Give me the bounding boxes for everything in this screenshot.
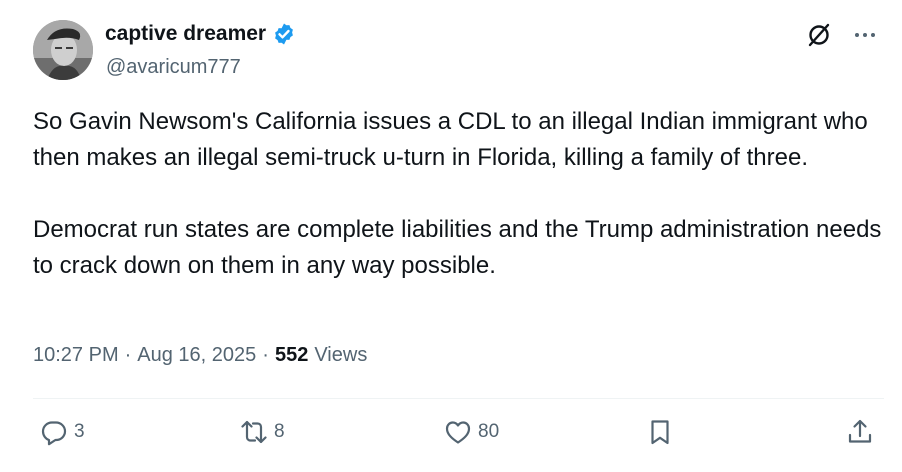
verified-badge-icon	[272, 22, 296, 46]
author-handle[interactable]: @avaricum777	[106, 56, 241, 79]
like-button[interactable]: 80	[444, 418, 499, 446]
tweet-time[interactable]: 10:27 PM	[33, 344, 119, 367]
reply-button[interactable]: 3	[40, 418, 85, 446]
repost-count: 8	[274, 421, 285, 442]
views-count: 552	[274, 344, 309, 366]
author-name-row: captive dreamer	[105, 22, 296, 46]
bookmark-button[interactable]	[646, 418, 674, 446]
share-button[interactable]	[846, 418, 874, 446]
tweet-meta: 10:27 PM · Aug 16, 2025 · 552 Views	[33, 344, 367, 367]
meta-separator: ·	[124, 344, 132, 366]
divider	[33, 398, 884, 399]
tweet-top-actions	[806, 22, 878, 48]
tweet-card: captive dreamer @avaricum777 So Gavin Ne…	[0, 0, 902, 472]
more-icon[interactable]	[852, 22, 878, 48]
reply-icon	[41, 421, 67, 446]
repost-icon	[241, 420, 267, 444]
reply-count: 3	[74, 421, 85, 442]
heart-icon	[445, 421, 471, 444]
views-label: Views	[314, 344, 368, 366]
grok-icon[interactable]	[806, 22, 832, 48]
avatar[interactable]	[33, 20, 93, 80]
meta-separator: ·	[262, 344, 269, 366]
like-count: 80	[478, 421, 500, 442]
tweet-date[interactable]: Aug 16, 2025	[137, 344, 256, 367]
share-icon	[848, 419, 872, 443]
avatar-image	[33, 20, 93, 80]
bookmark-icon	[651, 420, 669, 445]
tweet-text: So Gavin Newsom's California issues a CD…	[33, 108, 882, 279]
author-display-name[interactable]: captive dreamer	[105, 22, 266, 46]
repost-button[interactable]: 8	[240, 418, 285, 446]
tweet-action-bar: 3 8 80	[40, 418, 880, 452]
